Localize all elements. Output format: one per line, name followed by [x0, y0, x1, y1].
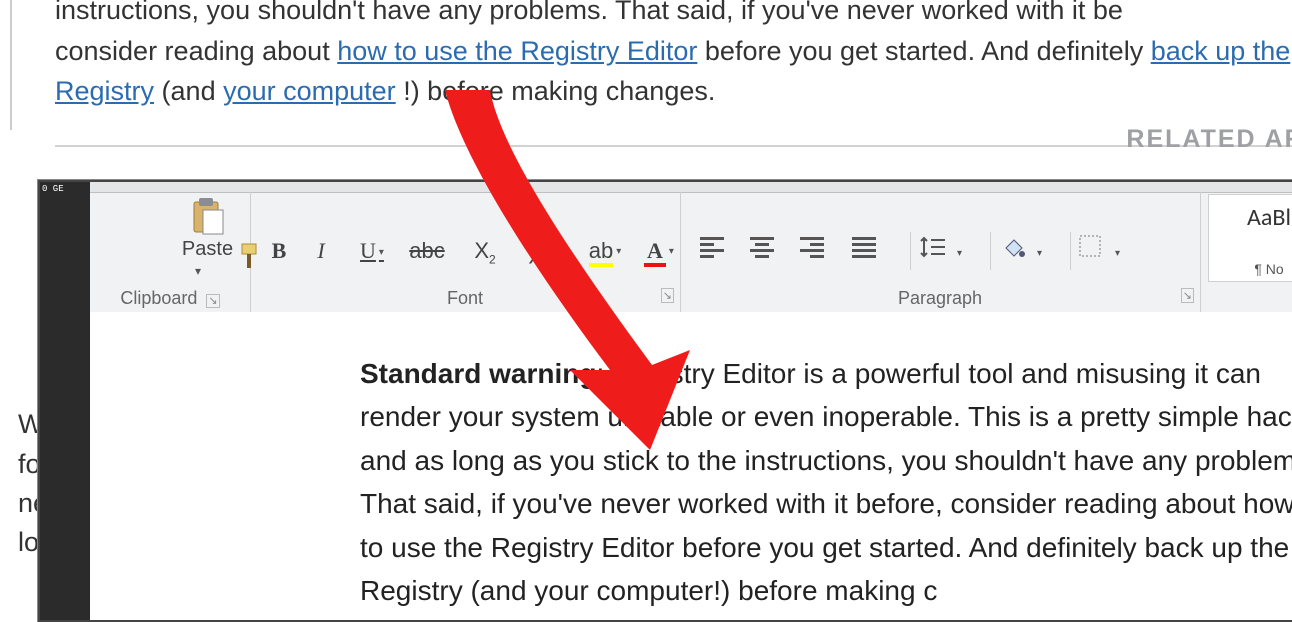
thumb-text: 0 GE	[42, 184, 64, 194]
shading-dropdown-icon[interactable]: ▾	[1037, 248, 1042, 259]
shading-button[interactable]: ▾	[1000, 234, 1044, 268]
group-styles: AaBl ¶ No	[1200, 192, 1292, 312]
line-spacing-dropdown-icon[interactable]: ▾	[957, 248, 962, 259]
align-left-icon	[700, 234, 724, 261]
document-paragraph: Standard warning: Registry Editor is a p…	[360, 352, 1292, 612]
paragraph-sep-1	[910, 232, 911, 270]
borders-button[interactable]: ▾	[1078, 234, 1122, 268]
bold-button[interactable]: B	[260, 234, 298, 268]
word-editor-window: 0 GE Paste ▾ Clipboard	[38, 180, 1292, 622]
strikethrough-button[interactable]: abc	[408, 234, 446, 268]
paste-button[interactable]: Paste	[180, 198, 235, 261]
style-name: ¶ No	[1209, 261, 1292, 277]
group-font: B I U▾ abc X2 X2 ab▾ A▾ Font ↘	[250, 192, 681, 312]
related-heading: RELATED ART	[1126, 125, 1292, 154]
document-body[interactable]: Standard warning: Registry Editor is a p…	[90, 312, 1292, 620]
align-right-icon	[800, 234, 824, 261]
group-clipboard: Paste ▾ Clipboard ↘	[90, 192, 251, 312]
group-clipboard-label: Clipboard ↘	[90, 288, 250, 309]
group-paragraph-label: Paragraph ↘	[680, 288, 1200, 309]
article-line3-mid: (and	[162, 76, 224, 106]
ribbon: Paste ▾ Clipboard ↘ B I U▾ abc X	[90, 182, 1292, 313]
highlight-dropdown-icon[interactable]: ▾	[616, 246, 621, 257]
style-preview: AaBl	[1209, 195, 1292, 232]
divider	[55, 145, 1292, 147]
paint-bucket-icon	[1000, 234, 1026, 260]
paragraph-sep-2	[990, 232, 991, 270]
link-registry-editor[interactable]: how to use the Registry Editor	[337, 36, 697, 66]
article-paragraph: instructions, you shouldn't have any pro…	[55, 0, 1292, 112]
article-line3-end: !) before making changes.	[403, 76, 715, 106]
underline-button[interactable]: U▾	[344, 234, 400, 268]
subscript-button[interactable]: X2	[466, 234, 504, 268]
paste-label: Paste	[180, 238, 235, 261]
link-your-computer[interactable]: your computer	[223, 76, 396, 106]
line-spacing-button[interactable]: ▾	[920, 234, 964, 268]
doc-bold-lead: Standard warning	[360, 358, 596, 389]
paste-icon	[191, 198, 225, 236]
highlight-color-button[interactable]: ab▾	[580, 234, 630, 268]
paste-dropdown-icon[interactable]: ▾	[195, 264, 201, 278]
fontcolor-dropdown-icon[interactable]: ▾	[669, 246, 674, 257]
paragraph-sep-3	[1070, 232, 1071, 270]
font-dialog-launcher[interactable]: ↘	[661, 288, 674, 303]
article-line2-pre: consider reading about	[55, 36, 337, 66]
clipboard-dialog-launcher[interactable]: ↘	[206, 294, 219, 308]
align-justify-button[interactable]	[852, 234, 896, 268]
page-left-border	[10, 0, 12, 130]
align-center-button[interactable]	[750, 234, 794, 268]
superscript-button[interactable]: X2	[520, 234, 558, 268]
group-font-label: Font ↘	[250, 288, 680, 309]
borders-icon	[1078, 234, 1102, 258]
article-line2-mid: before you get started. And definitely	[705, 36, 1151, 66]
align-center-icon	[750, 234, 774, 261]
left-thumbnail-strip: 0 GE	[40, 182, 90, 620]
article-line1: instructions, you shouldn't have any pro…	[55, 0, 1123, 25]
italic-button[interactable]: I	[302, 234, 340, 268]
doc-body-text: : Registry Editor is a powerful tool and…	[360, 358, 1292, 606]
borders-dropdown-icon[interactable]: ▾	[1115, 248, 1120, 259]
align-left-button[interactable]	[700, 234, 744, 268]
underline-dropdown-icon[interactable]: ▾	[379, 247, 384, 258]
style-normal[interactable]: AaBl ¶ No	[1208, 194, 1292, 282]
font-color-button[interactable]: A▾	[634, 234, 684, 268]
group-paragraph: ▾ ▾ ▾ Paragraph ↘	[680, 192, 1201, 312]
line-spacing-icon	[920, 234, 946, 260]
align-justify-icon	[852, 234, 876, 261]
paragraph-dialog-launcher[interactable]: ↘	[1181, 288, 1194, 303]
align-right-button[interactable]	[800, 234, 844, 268]
